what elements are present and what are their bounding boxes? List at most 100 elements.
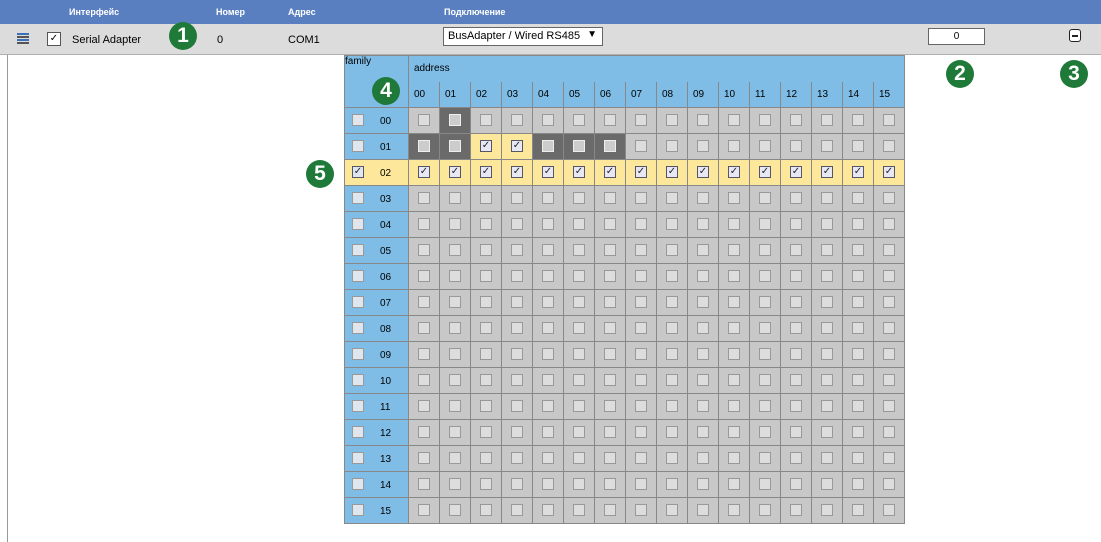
family-checkbox[interactable]	[352, 374, 364, 386]
address-checkbox[interactable]	[604, 400, 616, 412]
address-checkbox[interactable]	[883, 296, 895, 308]
address-checkbox[interactable]	[604, 192, 616, 204]
connection-select[interactable]: BusAdapter / Wired RS485 ▼	[443, 27, 603, 46]
address-checkbox[interactable]	[759, 270, 771, 282]
address-checkbox[interactable]	[418, 374, 430, 386]
address-checkbox[interactable]	[449, 348, 461, 360]
address-checkbox[interactable]	[759, 322, 771, 334]
address-checkbox[interactable]	[604, 452, 616, 464]
address-checkbox[interactable]	[418, 504, 430, 516]
address-checkbox[interactable]: ✓	[480, 166, 492, 178]
address-checkbox[interactable]	[790, 452, 802, 464]
address-checkbox[interactable]	[697, 322, 709, 334]
address-checkbox[interactable]	[480, 244, 492, 256]
address-checkbox[interactable]	[418, 218, 430, 230]
address-checkbox[interactable]	[759, 504, 771, 516]
interface-enabled-checkbox[interactable]: ✓	[47, 32, 61, 46]
address-checkbox[interactable]	[573, 114, 585, 126]
address-checkbox[interactable]	[635, 322, 647, 334]
address-checkbox[interactable]	[573, 192, 585, 204]
address-checkbox[interactable]	[666, 452, 678, 464]
address-checkbox[interactable]	[573, 504, 585, 516]
address-checkbox[interactable]	[542, 426, 554, 438]
address-checkbox[interactable]	[821, 322, 833, 334]
address-checkbox[interactable]	[728, 478, 740, 490]
address-checkbox[interactable]	[449, 504, 461, 516]
address-checkbox[interactable]	[821, 452, 833, 464]
address-checkbox[interactable]	[883, 426, 895, 438]
address-checkbox[interactable]	[418, 140, 430, 152]
address-checkbox[interactable]	[821, 348, 833, 360]
address-checkbox[interactable]	[418, 348, 430, 360]
address-checkbox[interactable]	[852, 504, 864, 516]
address-checkbox[interactable]: ✓	[852, 166, 864, 178]
address-checkbox[interactable]	[883, 322, 895, 334]
address-checkbox[interactable]	[511, 452, 523, 464]
address-checkbox[interactable]	[666, 374, 678, 386]
address-checkbox[interactable]	[821, 504, 833, 516]
address-checkbox[interactable]	[635, 140, 647, 152]
address-checkbox[interactable]	[449, 192, 461, 204]
address-checkbox[interactable]	[511, 400, 523, 412]
address-checkbox[interactable]	[604, 374, 616, 386]
address-checkbox[interactable]	[418, 114, 430, 126]
address-checkbox[interactable]	[480, 270, 492, 282]
address-checkbox[interactable]	[790, 114, 802, 126]
address-checkbox[interactable]	[697, 218, 709, 230]
address-checkbox[interactable]	[511, 426, 523, 438]
address-checkbox[interactable]	[759, 296, 771, 308]
address-checkbox[interactable]	[821, 400, 833, 412]
address-checkbox[interactable]	[821, 478, 833, 490]
address-checkbox[interactable]	[852, 400, 864, 412]
address-checkbox[interactable]	[480, 218, 492, 230]
address-checkbox[interactable]	[573, 296, 585, 308]
address-checkbox[interactable]	[449, 400, 461, 412]
address-checkbox[interactable]	[542, 374, 554, 386]
address-checkbox[interactable]	[883, 400, 895, 412]
address-checkbox[interactable]	[790, 348, 802, 360]
address-checkbox[interactable]	[821, 374, 833, 386]
address-checkbox[interactable]	[759, 192, 771, 204]
address-checkbox[interactable]	[604, 426, 616, 438]
address-checkbox[interactable]	[635, 504, 647, 516]
address-checkbox[interactable]	[759, 452, 771, 464]
address-checkbox[interactable]	[852, 244, 864, 256]
address-checkbox[interactable]	[821, 270, 833, 282]
address-checkbox[interactable]	[635, 192, 647, 204]
address-checkbox[interactable]	[573, 426, 585, 438]
address-checkbox[interactable]	[790, 218, 802, 230]
address-checkbox[interactable]: ✓	[728, 166, 740, 178]
address-checkbox[interactable]	[852, 348, 864, 360]
address-checkbox[interactable]	[697, 140, 709, 152]
address-checkbox[interactable]	[511, 374, 523, 386]
address-checkbox[interactable]	[790, 504, 802, 516]
address-checkbox[interactable]	[449, 478, 461, 490]
address-checkbox[interactable]	[666, 478, 678, 490]
address-checkbox[interactable]	[728, 192, 740, 204]
address-checkbox[interactable]	[511, 504, 523, 516]
address-checkbox[interactable]	[728, 426, 740, 438]
address-checkbox[interactable]	[852, 452, 864, 464]
address-checkbox[interactable]	[573, 322, 585, 334]
address-checkbox[interactable]	[418, 296, 430, 308]
address-checkbox[interactable]	[697, 192, 709, 204]
address-checkbox[interactable]	[852, 140, 864, 152]
address-checkbox[interactable]	[728, 504, 740, 516]
address-checkbox[interactable]	[852, 270, 864, 282]
address-checkbox[interactable]	[604, 504, 616, 516]
address-checkbox[interactable]	[573, 218, 585, 230]
address-checkbox[interactable]	[418, 426, 430, 438]
address-checkbox[interactable]	[821, 140, 833, 152]
family-checkbox[interactable]	[352, 192, 364, 204]
address-checkbox[interactable]	[852, 426, 864, 438]
address-checkbox[interactable]	[604, 218, 616, 230]
address-checkbox[interactable]	[542, 348, 554, 360]
address-checkbox[interactable]	[728, 296, 740, 308]
address-checkbox[interactable]	[883, 244, 895, 256]
address-checkbox[interactable]	[418, 478, 430, 490]
address-checkbox[interactable]	[666, 296, 678, 308]
address-checkbox[interactable]	[511, 192, 523, 204]
family-checkbox[interactable]	[352, 296, 364, 308]
address-checkbox[interactable]	[883, 140, 895, 152]
address-checkbox[interactable]	[604, 348, 616, 360]
